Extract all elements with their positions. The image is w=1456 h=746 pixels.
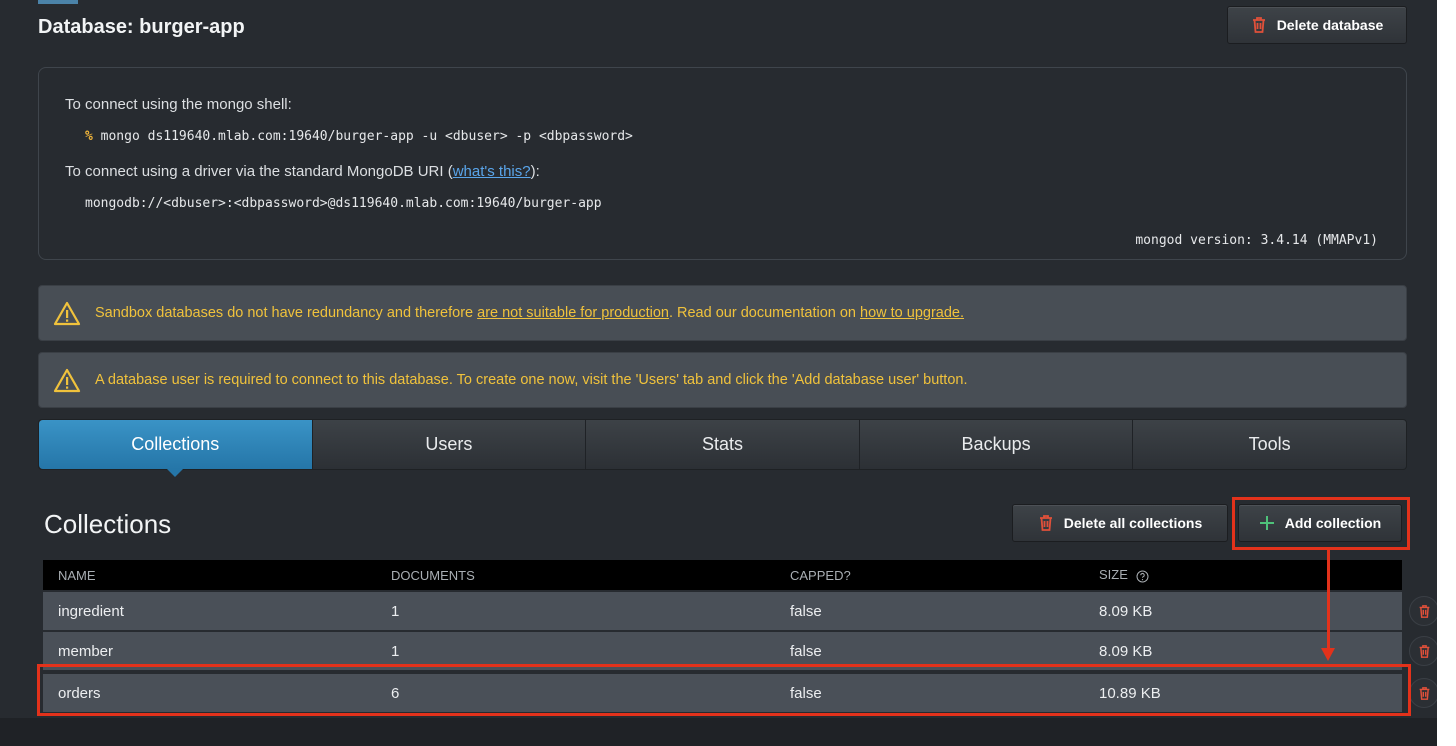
column-header-capped: CAPPED? — [790, 567, 851, 583]
collection-capped: false — [790, 642, 822, 660]
shell-command-text: mongo ds119640.mlab.com:19640/burger-app… — [100, 129, 633, 144]
tab-users[interactable]: Users — [313, 420, 587, 469]
delete-all-collections-label: Delete all collections — [1063, 515, 1203, 531]
tab-stats[interactable]: Stats — [586, 420, 860, 469]
connection-info-box: To connect using the mongo shell: % mong… — [38, 67, 1407, 260]
annotation-arrow-line — [1327, 550, 1330, 650]
collection-size: 8.09 KB — [1099, 642, 1153, 660]
user-required-text: A database user is required to connect t… — [95, 372, 968, 388]
warning-icon — [53, 301, 81, 326]
mongodb-uri: mongodb://<dbuser>:<dbpassword>@ds119640… — [85, 196, 602, 211]
delete-row-button[interactable] — [1409, 636, 1439, 666]
highlight-box-orders-row — [37, 664, 1411, 716]
page-title: Database: burger-app — [38, 16, 245, 38]
sandbox-warning-text-before: Sandbox databases do not have redundancy… — [95, 305, 478, 321]
collection-documents: 1 — [391, 602, 400, 620]
table-row[interactable]: ingredient 1 false 8.09 KB — [43, 592, 1439, 630]
delete-all-collections-button[interactable]: Delete all collections — [1012, 504, 1228, 542]
tab-collections[interactable]: Collections — [39, 420, 313, 477]
bottom-strip — [0, 718, 1437, 746]
column-header-size: SIZE — [1099, 567, 1149, 582]
database-panel: Database: burger-app Delete database To … — [0, 0, 1439, 746]
driver-intro-before: To connect using a driver via the standa… — [65, 163, 453, 180]
column-header-name: NAME — [58, 567, 96, 583]
trash-icon — [1251, 16, 1267, 34]
delete-row-button[interactable] — [1409, 596, 1439, 626]
delete-row-button[interactable] — [1409, 678, 1439, 708]
delete-database-label: Delete database — [1276, 17, 1384, 33]
driver-intro-text: To connect using a driver via the standa… — [65, 163, 540, 180]
right-margin — [1437, 0, 1456, 746]
collection-name[interactable]: member — [58, 643, 113, 660]
collection-size: 8.09 KB — [1099, 602, 1153, 620]
user-required-alert: A database user is required to connect t… — [38, 352, 1407, 408]
collections-heading: Collections — [44, 509, 172, 539]
trash-icon — [1418, 686, 1431, 701]
delete-database-button[interactable]: Delete database — [1227, 6, 1407, 44]
column-header-documents: DOCUMENTS — [391, 567, 475, 583]
annotation-arrow-head — [1321, 648, 1335, 661]
sandbox-warning-alert: Sandbox databases do not have redundancy… — [38, 285, 1407, 341]
shell-prompt: % — [85, 129, 93, 144]
shell-command: % mongo ds119640.mlab.com:19640/burger-a… — [85, 129, 633, 144]
whats-this-link[interactable]: what's this? — [453, 163, 531, 180]
tab-tools[interactable]: Tools — [1133, 420, 1406, 469]
database-tabs: Collections Users Stats Backups Tools — [38, 419, 1407, 477]
not-suitable-link[interactable]: are not suitable for production — [477, 305, 669, 321]
how-to-upgrade-link[interactable]: how to upgrade. — [860, 305, 964, 321]
trash-icon — [1418, 604, 1431, 619]
top-accent-bar — [38, 0, 78, 4]
shell-intro-text: To connect using the mongo shell: — [65, 96, 292, 113]
trash-icon — [1418, 644, 1431, 659]
tab-backups[interactable]: Backups — [860, 420, 1134, 469]
sandbox-warning-text-mid: . Read our documentation on — [668, 305, 861, 321]
sandbox-warning-text: Sandbox databases do not have redundancy… — [95, 305, 964, 321]
collection-name[interactable]: ingredient — [58, 603, 124, 620]
collection-capped: false — [790, 602, 822, 620]
collection-documents: 1 — [391, 642, 400, 660]
column-header-size-label: SIZE — [1099, 567, 1128, 583]
help-icon[interactable] — [1136, 570, 1149, 583]
mongod-version: mongod version: 3.4.14 (MMAPv1) — [1135, 233, 1378, 248]
warning-icon — [53, 368, 81, 393]
highlight-box-add-collection — [1232, 497, 1410, 550]
driver-intro-after: ): — [530, 163, 540, 180]
trash-icon — [1038, 514, 1054, 532]
table-header: NAME DOCUMENTS CAPPED? SIZE — [43, 560, 1402, 590]
